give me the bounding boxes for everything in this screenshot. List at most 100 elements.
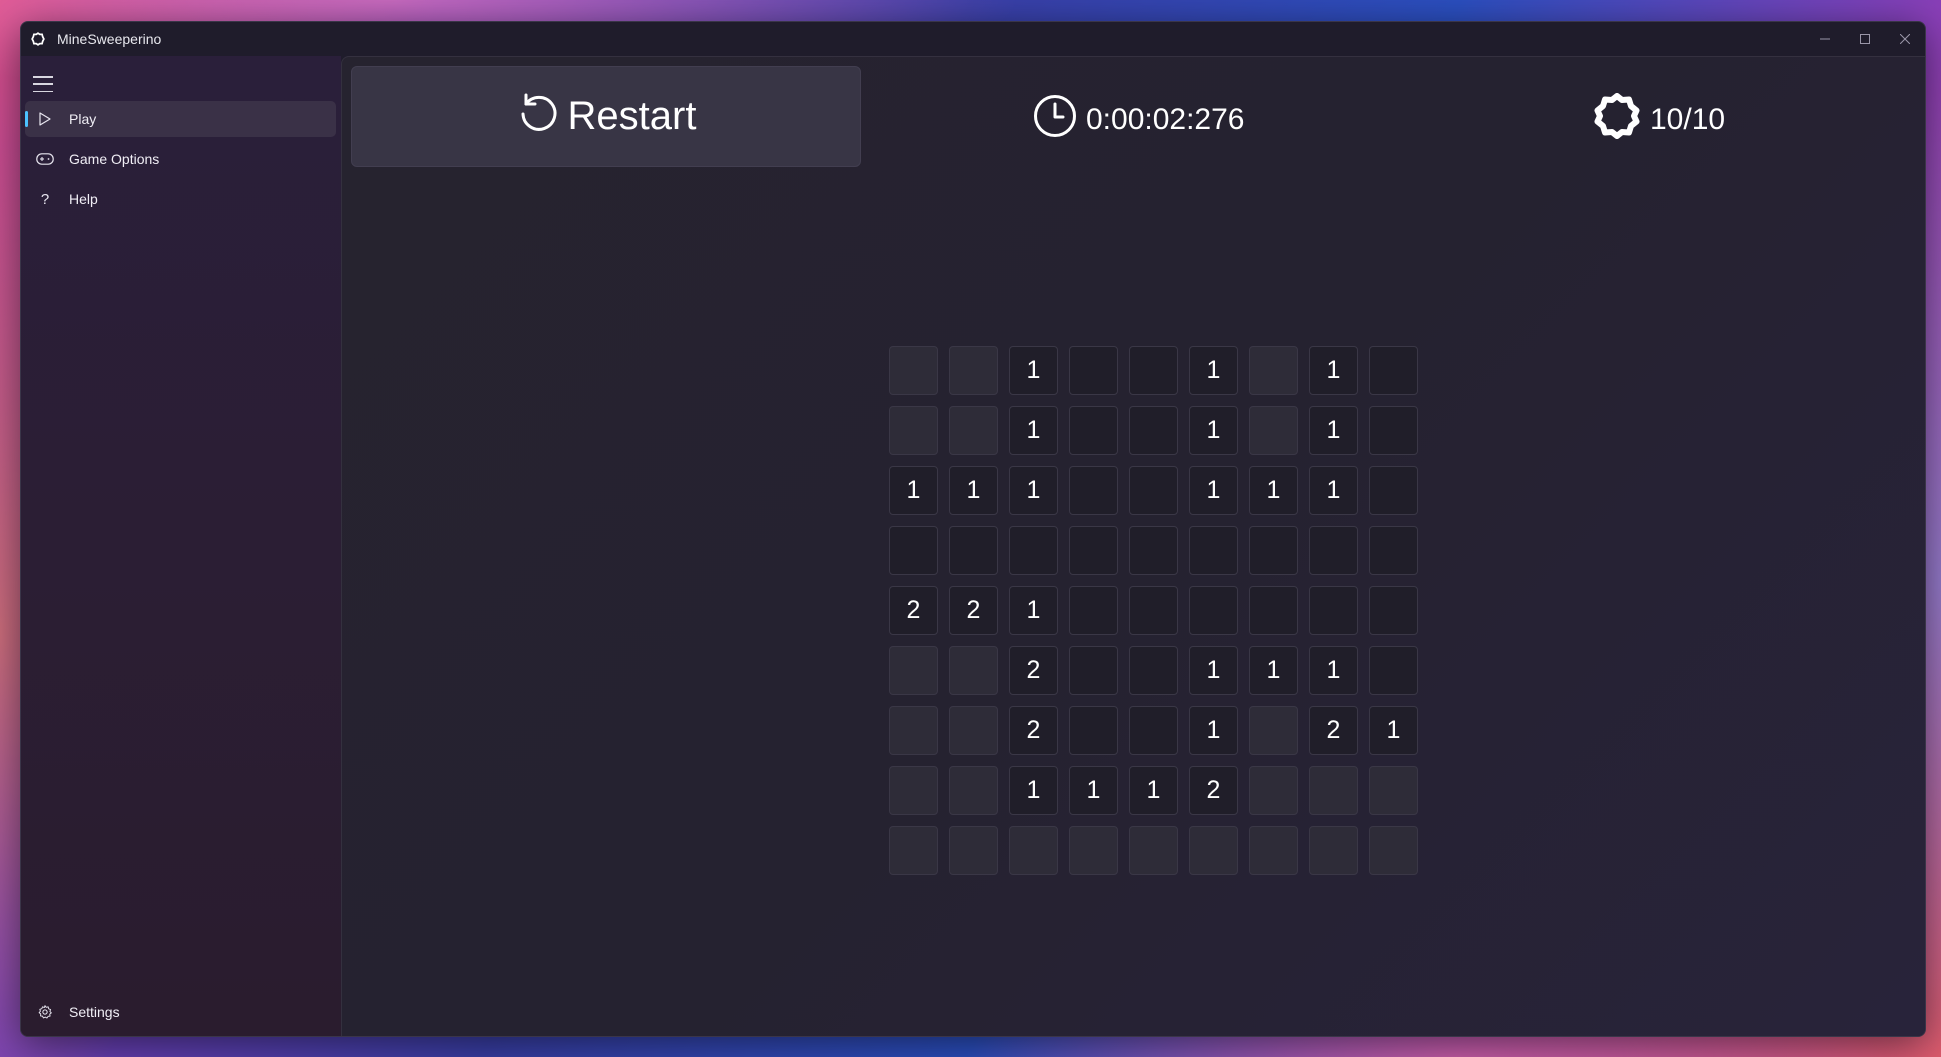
revealed-cell[interactable] <box>1129 586 1178 635</box>
revealed-cell[interactable]: 1 <box>1009 586 1058 635</box>
revealed-cell[interactable] <box>1069 346 1118 395</box>
unrevealed-cell[interactable] <box>889 706 938 755</box>
unrevealed-cell[interactable] <box>889 766 938 815</box>
revealed-cell[interactable]: 2 <box>889 586 938 635</box>
game-area: Restart 0:00:02:276 10/10 11111111111122… <box>341 56 1925 1036</box>
unrevealed-cell[interactable] <box>889 346 938 395</box>
maximize-button[interactable] <box>1845 22 1885 56</box>
revealed-cell[interactable]: 1 <box>1309 406 1358 455</box>
revealed-cell[interactable] <box>1069 646 1118 695</box>
revealed-cell[interactable]: 1 <box>949 466 998 515</box>
revealed-cell[interactable] <box>1249 586 1298 635</box>
revealed-cell[interactable] <box>1069 406 1118 455</box>
revealed-cell[interactable]: 1 <box>1129 766 1178 815</box>
nav-item-label: Settings <box>69 1004 120 1020</box>
unrevealed-cell[interactable] <box>1249 406 1298 455</box>
revealed-cell[interactable]: 1 <box>1009 466 1058 515</box>
revealed-cell[interactable] <box>1369 406 1418 455</box>
unrevealed-cell[interactable] <box>889 826 938 875</box>
revealed-cell[interactable]: 1 <box>1249 466 1298 515</box>
unrevealed-cell[interactable] <box>949 826 998 875</box>
selection-indicator <box>25 111 28 127</box>
nav-item-help[interactable]: ? Help <box>25 181 336 217</box>
revealed-cell[interactable] <box>1129 526 1178 575</box>
revealed-cell[interactable] <box>1309 526 1358 575</box>
unrevealed-cell[interactable] <box>1009 826 1058 875</box>
revealed-cell[interactable]: 1 <box>1309 646 1358 695</box>
play-icon <box>25 101 65 137</box>
revealed-cell[interactable]: 1 <box>1189 646 1238 695</box>
nav-item-game-options[interactable]: Game Options <box>25 141 336 177</box>
revealed-cell[interactable] <box>1309 586 1358 635</box>
revealed-cell[interactable] <box>1069 706 1118 755</box>
unrevealed-cell[interactable] <box>1309 766 1358 815</box>
unrevealed-cell[interactable] <box>1249 766 1298 815</box>
revealed-cell[interactable] <box>1369 346 1418 395</box>
restart-icon <box>516 90 560 144</box>
revealed-cell[interactable] <box>1369 646 1418 695</box>
nav-item-play[interactable]: Play <box>25 101 336 137</box>
revealed-cell[interactable] <box>1129 706 1178 755</box>
gamepad-icon <box>25 141 65 177</box>
revealed-cell[interactable] <box>1069 466 1118 515</box>
revealed-cell[interactable] <box>1069 586 1118 635</box>
mine-count-value: 10/10 <box>1650 103 1726 136</box>
revealed-cell[interactable]: 2 <box>1009 706 1058 755</box>
revealed-cell[interactable]: 1 <box>1009 346 1058 395</box>
revealed-cell[interactable]: 1 <box>1309 466 1358 515</box>
revealed-cell[interactable] <box>949 526 998 575</box>
close-button[interactable] <box>1885 22 1925 56</box>
unrevealed-cell[interactable] <box>949 706 998 755</box>
unrevealed-cell[interactable] <box>889 406 938 455</box>
revealed-cell[interactable] <box>1369 466 1418 515</box>
revealed-cell[interactable]: 2 <box>1189 766 1238 815</box>
unrevealed-cell[interactable] <box>949 406 998 455</box>
unrevealed-cell[interactable] <box>949 646 998 695</box>
revealed-cell[interactable]: 1 <box>1189 406 1238 455</box>
unrevealed-cell[interactable] <box>1249 706 1298 755</box>
revealed-cell[interactable]: 1 <box>1309 346 1358 395</box>
minimize-button[interactable] <box>1805 22 1845 56</box>
revealed-cell[interactable]: 1 <box>1009 406 1058 455</box>
revealed-cell[interactable]: 1 <box>1189 466 1238 515</box>
revealed-cell[interactable] <box>1189 586 1238 635</box>
nav-item-settings[interactable]: Settings <box>25 994 336 1030</box>
revealed-cell[interactable] <box>1129 646 1178 695</box>
revealed-cell[interactable] <box>1129 406 1178 455</box>
revealed-cell[interactable]: 1 <box>1189 346 1238 395</box>
revealed-cell[interactable] <box>1369 526 1418 575</box>
unrevealed-cell[interactable] <box>1249 346 1298 395</box>
revealed-cell[interactable]: 1 <box>1069 766 1118 815</box>
unrevealed-cell[interactable] <box>1129 826 1178 875</box>
unrevealed-cell[interactable] <box>949 766 998 815</box>
revealed-cell[interactable] <box>889 526 938 575</box>
revealed-cell[interactable]: 1 <box>889 466 938 515</box>
revealed-cell[interactable]: 1 <box>1009 766 1058 815</box>
unrevealed-cell[interactable] <box>1369 826 1418 875</box>
unrevealed-cell[interactable] <box>1369 766 1418 815</box>
window-title: MineSweeperino <box>57 31 162 47</box>
revealed-cell[interactable] <box>1069 526 1118 575</box>
mine-icon <box>1594 93 1640 147</box>
revealed-cell[interactable] <box>1009 526 1058 575</box>
restart-button[interactable]: Restart <box>351 66 861 167</box>
revealed-cell[interactable]: 2 <box>1009 646 1058 695</box>
unrevealed-cell[interactable] <box>1189 826 1238 875</box>
revealed-cell[interactable]: 1 <box>1249 646 1298 695</box>
revealed-cell[interactable]: 1 <box>1369 706 1418 755</box>
unrevealed-cell[interactable] <box>1249 826 1298 875</box>
unrevealed-cell[interactable] <box>889 646 938 695</box>
revealed-cell[interactable] <box>1129 346 1178 395</box>
revealed-cell[interactable]: 1 <box>1189 706 1238 755</box>
unrevealed-cell[interactable] <box>1309 826 1358 875</box>
unrevealed-cell[interactable] <box>949 346 998 395</box>
gear-icon <box>25 994 65 1030</box>
hamburger-icon[interactable] <box>33 76 53 92</box>
revealed-cell[interactable] <box>1129 466 1178 515</box>
revealed-cell[interactable] <box>1249 526 1298 575</box>
unrevealed-cell[interactable] <box>1069 826 1118 875</box>
revealed-cell[interactable] <box>1189 526 1238 575</box>
revealed-cell[interactable] <box>1369 586 1418 635</box>
revealed-cell[interactable]: 2 <box>949 586 998 635</box>
revealed-cell[interactable]: 2 <box>1309 706 1358 755</box>
